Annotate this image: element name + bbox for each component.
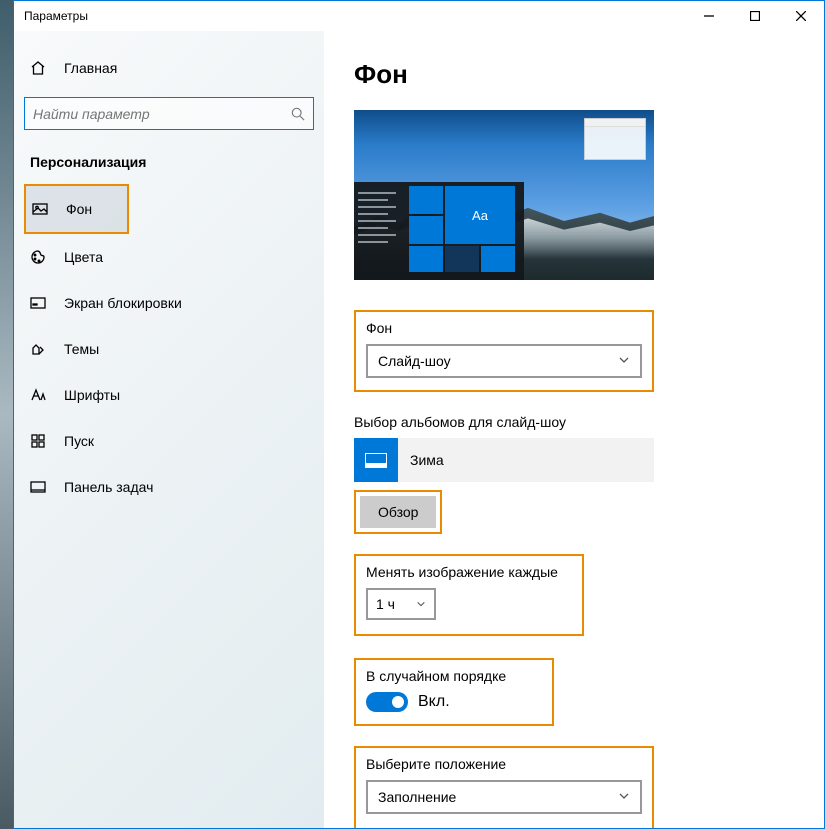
shuffle-label: В случайном порядке: [366, 668, 542, 684]
right-pane: Фон Aa: [324, 31, 824, 828]
album-label: Выбор альбомов для слайд-шоу: [354, 414, 794, 430]
interval-dropdown[interactable]: 1 ч: [366, 588, 436, 620]
nav-label: Темы: [64, 341, 99, 357]
shuffle-state: Вкл.: [418, 693, 450, 711]
taskbar-icon: [30, 479, 46, 495]
close-button[interactable]: [778, 1, 824, 31]
fit-dropdown[interactable]: Заполнение: [366, 780, 642, 814]
highlight-background-nav: Фон: [24, 184, 129, 234]
window-title: Параметры: [24, 9, 88, 23]
maximize-button[interactable]: [732, 1, 778, 31]
home-label: Главная: [64, 60, 117, 76]
fonts-icon: [30, 387, 46, 403]
desktop-edge: [0, 0, 13, 829]
category-title: Персонализация: [24, 150, 314, 184]
page-title: Фон: [354, 59, 794, 90]
search-icon: [291, 107, 305, 121]
nav-item-themes[interactable]: Темы: [24, 326, 314, 372]
background-value: Слайд-шоу: [378, 353, 451, 369]
fit-label: Выберите положение: [366, 756, 642, 772]
nav-item-colors[interactable]: Цвета: [24, 234, 314, 280]
palette-icon: [30, 249, 46, 265]
preview-start-menu: Aa: [354, 182, 524, 272]
picture-icon: [32, 201, 48, 217]
album-section: Выбор альбомов для слайд-шоу Зима Обзор: [354, 414, 794, 534]
search-box[interactable]: [24, 97, 314, 130]
shuffle-toggle[interactable]: [366, 692, 408, 712]
nav-label: Шрифты: [64, 387, 120, 403]
nav-item-taskbar[interactable]: Панель задач: [24, 464, 314, 510]
chevron-down-icon: [618, 789, 630, 805]
nav-label: Пуск: [64, 433, 94, 449]
preview-taskbar: [354, 272, 524, 280]
search-input[interactable]: [33, 106, 291, 122]
window-controls: [686, 1, 824, 31]
nav-label: Панель задач: [64, 479, 153, 495]
highlight-background-select: Фон Слайд-шоу: [354, 310, 654, 392]
interval-label: Менять изображение каждые: [366, 564, 572, 580]
chevron-down-icon: [618, 353, 630, 369]
highlight-browse: Обзор: [354, 490, 442, 534]
desktop-preview: Aa: [354, 110, 654, 280]
nav-item-start[interactable]: Пуск: [24, 418, 314, 464]
minimize-button[interactable]: [686, 1, 732, 31]
fit-value: Заполнение: [378, 789, 456, 805]
lockscreen-icon: [30, 295, 46, 311]
album-name: Зима: [398, 452, 444, 468]
highlight-interval: Менять изображение каждые 1 ч: [354, 554, 584, 636]
highlight-fit: Выберите положение Заполнение: [354, 746, 654, 828]
nav-item-lockscreen[interactable]: Экран блокировки: [24, 280, 314, 326]
themes-icon: [30, 341, 46, 357]
highlight-shuffle: В случайном порядке Вкл.: [354, 658, 554, 726]
background-label: Фон: [366, 320, 642, 336]
start-icon: [30, 433, 46, 449]
nav-label: Фон: [66, 201, 92, 217]
nav-label: Цвета: [64, 249, 103, 265]
home-link[interactable]: Главная: [24, 49, 314, 87]
chevron-down-icon: [416, 596, 426, 612]
settings-window: Параметры Главная: [13, 0, 825, 829]
background-dropdown[interactable]: Слайд-шоу: [366, 344, 642, 378]
preview-window: [584, 118, 646, 160]
browse-button[interactable]: Обзор: [360, 496, 436, 528]
interval-value: 1 ч: [376, 596, 395, 612]
preview-tile-aa: Aa: [445, 186, 515, 244]
album-row[interactable]: Зима: [354, 438, 654, 482]
titlebar: Параметры: [14, 1, 824, 31]
home-icon: [30, 60, 46, 76]
nav-item-background[interactable]: Фон: [26, 186, 127, 232]
nav-item-fonts[interactable]: Шрифты: [24, 372, 314, 418]
folder-icon: [354, 438, 398, 482]
left-pane: Главная Персонализация Фон: [14, 31, 324, 828]
content-area: Главная Персонализация Фон: [14, 31, 824, 828]
nav-label: Экран блокировки: [64, 295, 182, 311]
